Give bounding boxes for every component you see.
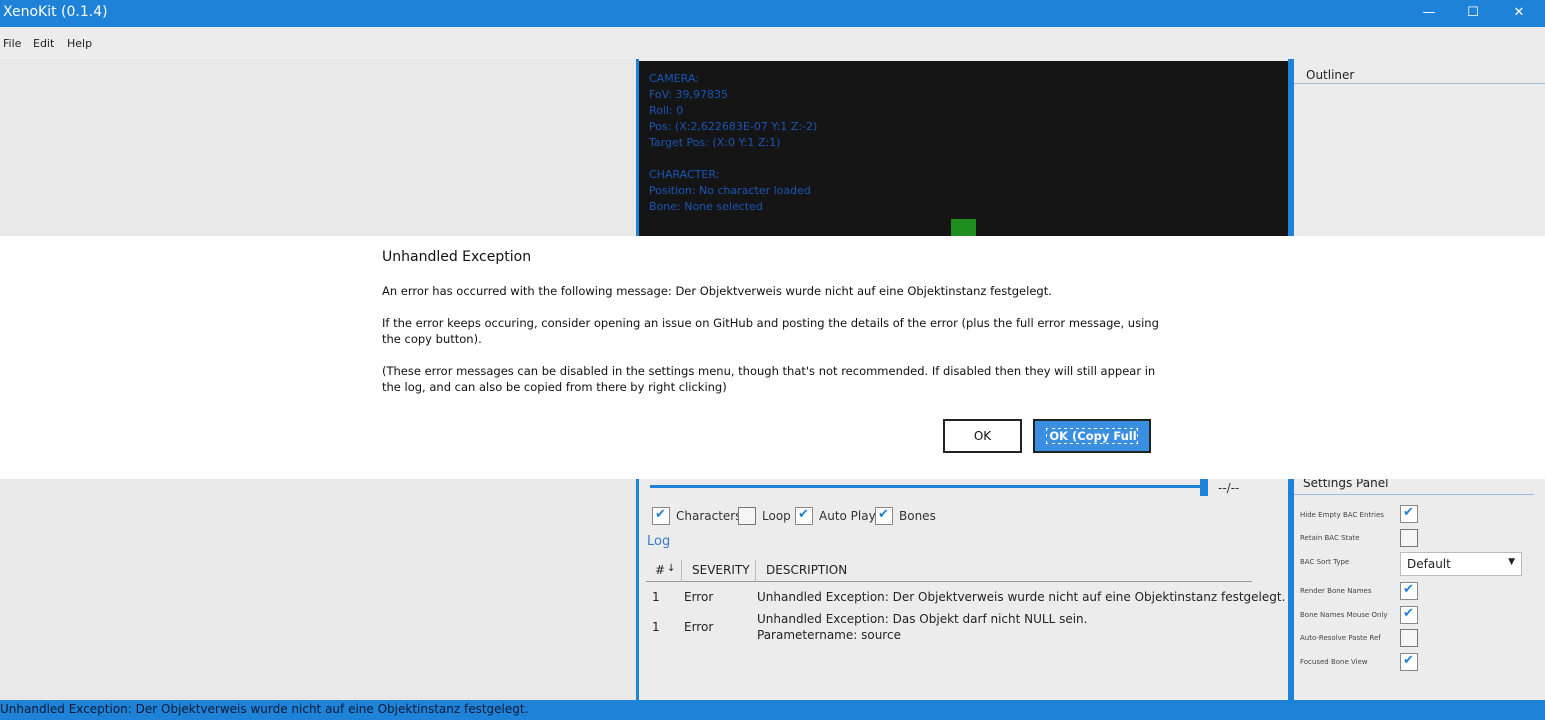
viewport-line: Roll: 0 (649, 104, 684, 117)
render-bone-names-checkbox[interactable] (1400, 582, 1418, 600)
viewport-line: Target Pos: (X:0 Y:1 Z:1) (649, 136, 781, 149)
column-severity[interactable]: SEVERITY (692, 563, 750, 577)
checkbox-label: Characters (676, 509, 742, 523)
log-description-detail: Parametername: source (757, 628, 901, 642)
hide-empty-bac-checkbox[interactable] (1400, 505, 1418, 523)
focused-bone-view-checkbox[interactable] (1400, 653, 1418, 671)
column-separator[interactable] (755, 560, 756, 582)
dialog-message: An error has occurred with the following… (382, 284, 1052, 298)
checkbox-label: Auto Play (819, 509, 876, 523)
menu-edit[interactable]: Edit (33, 37, 54, 50)
render-viewport[interactable]: CAMERA: FoV: 39,97835 Roll: 0 Pos: (X:2,… (639, 61, 1288, 237)
timeline-track[interactable] (650, 485, 1206, 488)
log-severity: Error (684, 620, 714, 634)
close-icon[interactable]: ✕ (1508, 4, 1530, 22)
log-title: Log (647, 534, 671, 549)
dialog-message: If the error keeps occuring, consider op… (382, 316, 1159, 346)
log-description: Unhandled Exception: Der Objektverweis w… (757, 590, 1286, 604)
outliner-title: Outliner (1306, 68, 1355, 82)
dialog-message: (These error messages can be disabled in… (382, 364, 1156, 394)
log-severity: Error (684, 590, 714, 604)
status-text: Unhandled Exception: Der Objektverweis w… (0, 702, 529, 716)
bones-checkbox[interactable] (875, 507, 893, 525)
title-bar: XenoKit (0.1.4) — ☐ ✕ (0, 0, 1545, 27)
checkbox-label: Bones (899, 509, 936, 523)
characters-checkbox[interactable] (652, 507, 670, 525)
setting-label: Auto-Resolve Paste Ref (1300, 634, 1381, 642)
chevron-down-icon: ▼ (1508, 557, 1515, 567)
maximize-icon[interactable]: ☐ (1462, 4, 1484, 22)
column-number[interactable]: # (655, 563, 665, 577)
copy-button-label: OK (Copy Full Error) (1046, 428, 1138, 474)
copy-full-error-button[interactable]: OK (Copy Full Error) (1033, 419, 1151, 474)
log-description: Unhandled Exception: Das Objekt darf nic… (757, 612, 1088, 626)
column-description[interactable]: DESCRIPTION (766, 563, 847, 577)
timecode: --/-- (1218, 481, 1240, 495)
status-bar: Unhandled Exception: Der Objektverweis w… (0, 700, 1545, 720)
select-value: Default (1407, 557, 1451, 571)
setting-label: BAC Sort Type (1300, 558, 1350, 566)
viewport-object (951, 219, 976, 237)
divider (1294, 494, 1534, 495)
loop-checkbox[interactable] (738, 507, 756, 525)
minimize-icon[interactable]: — (1418, 4, 1440, 22)
setting-label: Focused Bone View (1300, 658, 1368, 666)
viewport-line: FoV: 39,97835 (649, 88, 728, 101)
bone-names-mouse-only-checkbox[interactable] (1400, 606, 1418, 624)
timeline-thumb[interactable] (1200, 478, 1208, 496)
sort-arrow-icon: ↓ (667, 563, 676, 574)
ok-button[interactable]: OK (943, 419, 1022, 453)
viewport-line: CHARACTER: (649, 168, 720, 181)
menu-help[interactable]: Help (67, 37, 92, 50)
log-table-header: # ↓ SEVERITY DESCRIPTION (646, 560, 1252, 582)
auto-play-checkbox[interactable] (795, 507, 813, 525)
viewport-line: Pos: (X:2,622683E-07 Y:1 Z:-2) (649, 120, 818, 133)
divider (1294, 83, 1545, 84)
menu-bar: File Edit Help (0, 27, 1545, 59)
setting-label: Render Bone Names (1300, 587, 1372, 595)
setting-label: Retain BAC State (1300, 534, 1360, 542)
viewport-line: CAMERA: (649, 72, 699, 85)
column-separator[interactable] (681, 560, 682, 582)
window-title: XenoKit (0.1.4) (3, 4, 108, 20)
error-dialog: Unhandled Exception An error has occurre… (0, 236, 1545, 479)
bac-sort-type-select[interactable]: Default ▼ (1400, 552, 1522, 576)
viewport-line: Bone: None selected (649, 200, 763, 213)
menu-file[interactable]: File (3, 37, 21, 50)
setting-label: Hide Empty BAC Entries (1300, 511, 1384, 519)
checkbox-label: Loop (762, 509, 791, 523)
dialog-title: Unhandled Exception (382, 249, 532, 265)
viewport-line: Position: No character loaded (649, 184, 811, 197)
log-number: 1 (652, 620, 660, 634)
retain-bac-state-checkbox[interactable] (1400, 529, 1418, 547)
setting-label: Bone Names Mouse Only (1300, 611, 1388, 619)
auto-resolve-paste-ref-checkbox[interactable] (1400, 629, 1418, 647)
log-number: 1 (652, 590, 660, 604)
